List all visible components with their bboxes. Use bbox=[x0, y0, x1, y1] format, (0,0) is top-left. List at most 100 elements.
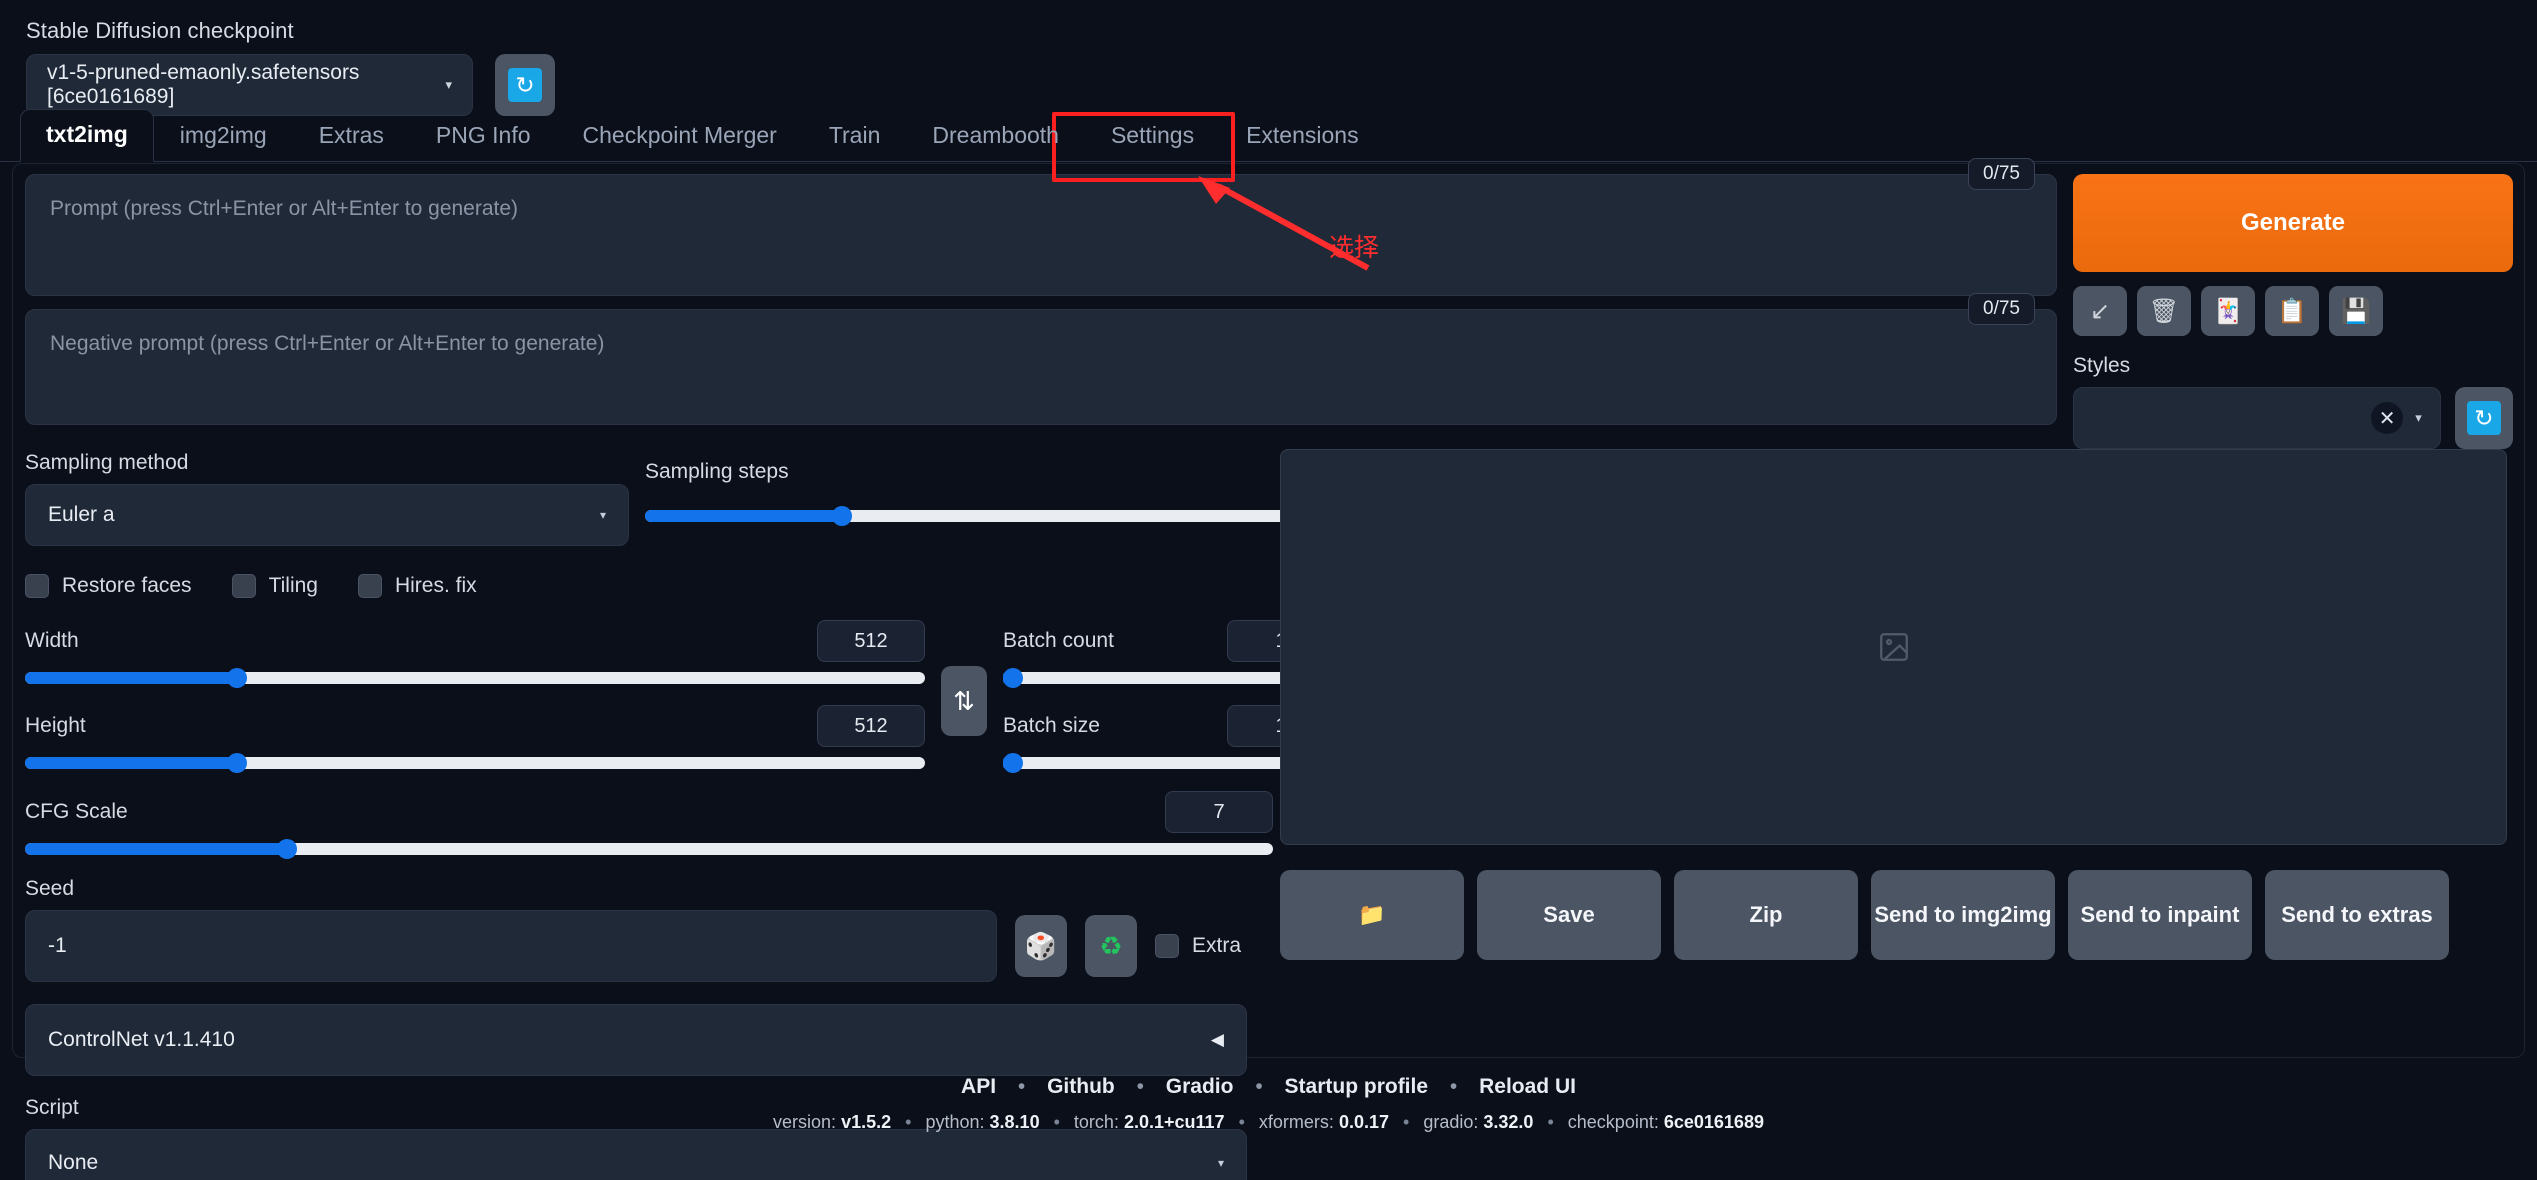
txt2img-panel: 0/75 Prompt (press Ctrl+Enter or Alt+Ent… bbox=[12, 158, 2525, 1180]
checkpoint-select[interactable]: v1-5-pruned-emaonly.safetensors [6ce0161… bbox=[26, 54, 473, 116]
controlnet-accordion[interactable]: ControlNet v1.1.410 ◀ bbox=[25, 1004, 1247, 1076]
tab-png-info[interactable]: PNG Info bbox=[410, 110, 557, 162]
github-link[interactable]: Github bbox=[1047, 1075, 1115, 1098]
restore-faces-label: Restore faces bbox=[62, 574, 192, 597]
cfg-scale-value[interactable]: 7 bbox=[1165, 791, 1273, 833]
batch-count-label: Batch count bbox=[1003, 629, 1114, 652]
zip-button[interactable]: Zip bbox=[1674, 870, 1858, 960]
apply-style-button[interactable]: 📋 bbox=[2265, 286, 2319, 336]
checkbox-box bbox=[231, 574, 256, 598]
checkpoint-label: Stable Diffusion checkpoint bbox=[26, 18, 294, 43]
main-tabs: txt2img img2img Extras PNG Info Checkpoi… bbox=[0, 109, 2537, 162]
script-select[interactable]: None ▾ bbox=[25, 1129, 1247, 1180]
python-key: python: bbox=[925, 1112, 985, 1132]
hires-fix-checkbox[interactable]: Hires. fix bbox=[357, 574, 477, 598]
xformers-key: xformers: bbox=[1258, 1112, 1334, 1132]
sampling-method-select[interactable]: Euler a ▾ bbox=[25, 484, 629, 546]
clipboard-icon: 📋 bbox=[2277, 297, 2307, 325]
footer-links: API • Github • Gradio • Startup profile … bbox=[0, 1075, 2537, 1099]
send-to-inpaint-button[interactable]: Send to inpaint bbox=[2068, 870, 2252, 960]
save-style-button[interactable]: 💾 bbox=[2329, 286, 2383, 336]
hires-fix-label: Hires. fix bbox=[394, 574, 477, 597]
checkpoint-hash-value: 6ce0161689 bbox=[1663, 1112, 1764, 1132]
random-seed-button[interactable]: 🎲 bbox=[1015, 915, 1067, 977]
prompt-input[interactable]: Prompt (press Ctrl+Enter or Alt+Enter to… bbox=[25, 174, 2057, 296]
width-slider[interactable] bbox=[25, 668, 925, 688]
close-icon[interactable]: ✕ bbox=[2371, 402, 2404, 434]
seed-input[interactable]: -1 bbox=[25, 910, 997, 982]
arrow-down-left-icon: ↙ bbox=[2089, 297, 2111, 325]
tab-img2img[interactable]: img2img bbox=[154, 110, 293, 162]
separator-dot: • bbox=[1053, 1112, 1060, 1132]
tab-train[interactable]: Train bbox=[803, 110, 907, 162]
refresh-styles-button[interactable]: ↻ bbox=[2454, 387, 2513, 449]
send-to-extras-button[interactable]: Send to extras bbox=[2265, 870, 2449, 960]
output-area: 📁 Save Zip Send to img2img Send to inpai… bbox=[1280, 449, 2507, 960]
tab-checkpoint-merger[interactable]: Checkpoint Merger bbox=[557, 110, 803, 162]
gradio-value: 3.32.0 bbox=[1483, 1112, 1534, 1132]
annotation-label: 选择 bbox=[1329, 233, 1380, 262]
app-root: Stable Diffusion checkpoint v1-5-pruned-… bbox=[0, 0, 2537, 1180]
tiling-checkbox[interactable]: Tiling bbox=[231, 574, 318, 598]
send-to-img2img-button[interactable]: Send to img2img bbox=[1871, 870, 2055, 960]
restore-faces-checkbox[interactable]: Restore faces bbox=[25, 574, 192, 598]
height-slider[interactable] bbox=[25, 753, 925, 773]
image-placeholder-icon bbox=[1879, 633, 1908, 661]
sampling-method-value: Euler a bbox=[48, 503, 115, 526]
version-value: v1.5.2 bbox=[841, 1112, 892, 1132]
recycle-icon: ♻ bbox=[1099, 930, 1123, 961]
extra-seed-label: Extra bbox=[1192, 934, 1242, 957]
height-value[interactable]: 512 bbox=[817, 705, 925, 747]
separator-dot: • bbox=[1255, 1075, 1263, 1098]
swap-dimensions-button[interactable]: ⇅ bbox=[941, 666, 987, 736]
right-output-column: Generate ↙ 🗑 🃏 📋 💾 Styles ✕ ▾ ↻ bbox=[2073, 174, 2513, 449]
dice-icon: 🎲 bbox=[1024, 930, 1058, 961]
refresh-icon: ↻ bbox=[508, 68, 542, 102]
clear-prompt-button[interactable]: 🗑 bbox=[2137, 286, 2191, 336]
script-value: None bbox=[48, 1151, 99, 1174]
styles-select[interactable]: ✕ ▾ bbox=[2073, 387, 2441, 449]
paintbrush-card-icon: 🃏 bbox=[2213, 297, 2243, 325]
cfg-scale-group: CFG Scale 7 bbox=[25, 791, 1273, 859]
footer: API • Github • Gradio • Startup profile … bbox=[0, 1075, 2537, 1133]
folder-icon: 📁 bbox=[1358, 902, 1386, 928]
tab-extensions[interactable]: Extensions bbox=[1220, 110, 1385, 162]
api-link[interactable]: API bbox=[961, 1075, 996, 1098]
tab-dreambooth[interactable]: Dreambooth bbox=[906, 110, 1085, 162]
sampling-steps-label: Sampling steps bbox=[645, 460, 789, 483]
separator-dot: • bbox=[1017, 1075, 1026, 1098]
python-value: 3.8.10 bbox=[989, 1112, 1040, 1132]
dimensions-group: Width 512 Height 512 bbox=[25, 620, 925, 773]
checkbox-box bbox=[357, 574, 382, 598]
torch-value: 2.0.1+cu117 bbox=[1123, 1112, 1225, 1132]
negative-prompt-input[interactable]: Negative prompt (press Ctrl+Enter or Alt… bbox=[25, 309, 2057, 425]
image-gallery[interactable] bbox=[1280, 449, 2507, 845]
save-button[interactable]: Save bbox=[1477, 870, 1661, 960]
chevron-left-icon: ◀ bbox=[1210, 1030, 1224, 1049]
footer-meta: version: v1.5.2 • python: 3.8.10 • torch… bbox=[0, 1112, 2537, 1133]
prompt-block: 0/75 Prompt (press Ctrl+Enter or Alt+Ent… bbox=[25, 158, 2057, 296]
tab-extras[interactable]: Extras bbox=[293, 110, 410, 162]
show-extra-networks-button[interactable]: 🃏 bbox=[2201, 286, 2255, 336]
sampling-method-group: Sampling method Euler a ▾ bbox=[25, 451, 645, 546]
chevron-down-icon: ▾ bbox=[2415, 410, 2422, 425]
tab-txt2img[interactable]: txt2img bbox=[20, 109, 154, 162]
tab-settings[interactable]: Settings bbox=[1085, 110, 1220, 162]
generate-button[interactable]: Generate bbox=[2073, 174, 2513, 272]
arrow-down-left-icon-button[interactable]: ↙ bbox=[2073, 286, 2127, 336]
styles-row: ✕ ▾ ↻ bbox=[2073, 387, 2513, 449]
extra-seed-checkbox[interactable]: Extra bbox=[1155, 934, 1241, 958]
separator-dot: • bbox=[1449, 1075, 1458, 1098]
width-value[interactable]: 512 bbox=[817, 620, 925, 662]
height-label: Height bbox=[25, 714, 86, 737]
startup-profile-link[interactable]: Startup profile bbox=[1285, 1075, 1429, 1098]
reload-ui-link[interactable]: Reload UI bbox=[1479, 1075, 1576, 1098]
gradio-link[interactable]: Gradio bbox=[1166, 1075, 1234, 1098]
checkbox-box bbox=[1155, 934, 1179, 958]
chevron-down-icon: ▾ bbox=[445, 77, 452, 92]
reuse-seed-button[interactable]: ♻ bbox=[1085, 915, 1137, 977]
negative-prompt-token-counter: 0/75 bbox=[1968, 293, 2035, 325]
cfg-scale-slider[interactable] bbox=[25, 839, 1273, 859]
refresh-checkpoint-button[interactable]: ↻ bbox=[495, 54, 555, 116]
open-folder-button[interactable]: 📁 bbox=[1280, 870, 1464, 960]
